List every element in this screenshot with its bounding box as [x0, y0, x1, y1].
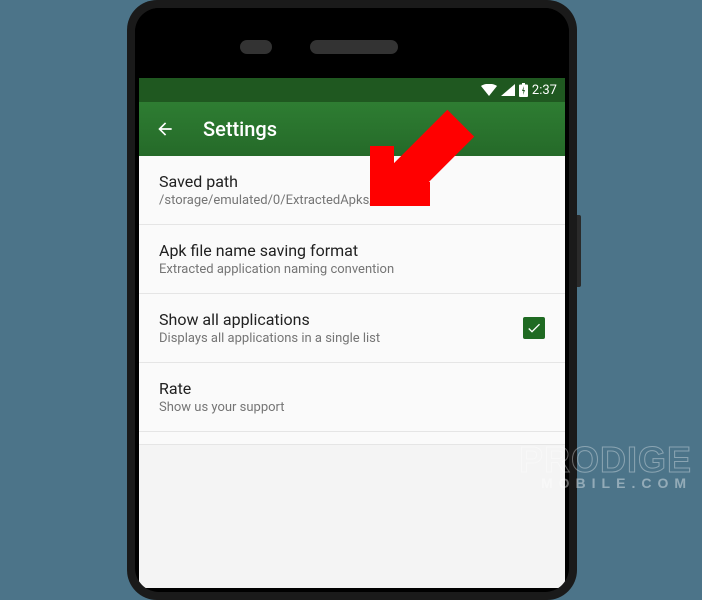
status-time: 2:37 — [532, 83, 557, 98]
setting-title: Apk file name saving format — [159, 241, 545, 260]
page-title: Settings — [203, 117, 277, 141]
camera-dot — [240, 40, 272, 54]
app-bar: Settings — [139, 102, 565, 156]
settings-list: Saved path /storage/emulated/0/Extracted… — [139, 156, 565, 445]
setting-item-partial[interactable] — [139, 432, 565, 445]
phone-side-button — [577, 215, 581, 287]
phone-frame: 2:37 Settings Saved path /storage/emulat… — [127, 0, 577, 600]
status-bar: 2:37 — [139, 78, 565, 102]
speaker-grille — [310, 40, 398, 54]
setting-apk-name-format[interactable]: Apk file name saving format Extracted ap… — [139, 225, 565, 294]
setting-subtitle: Displays all applications in a single li… — [159, 331, 511, 346]
setting-rate[interactable]: Rate Show us your support — [139, 363, 565, 432]
phone-inner: 2:37 Settings Saved path /storage/emulat… — [135, 8, 569, 592]
setting-subtitle: Extracted application naming convention — [159, 262, 545, 277]
wifi-icon — [481, 84, 497, 96]
setting-saved-path[interactable]: Saved path /storage/emulated/0/Extracted… — [139, 156, 565, 225]
battery-icon — [519, 83, 528, 97]
phone-screen: 2:37 Settings Saved path /storage/emulat… — [139, 78, 565, 588]
watermark-line2: MOBILE.COM — [519, 476, 692, 490]
phone-hardware-top — [135, 8, 569, 78]
setting-show-all-apps[interactable]: Show all applications Displays all appli… — [139, 294, 565, 363]
checkbox-checked-icon[interactable] — [523, 317, 545, 339]
watermark-line1: PRODIGE — [519, 442, 692, 478]
setting-title: Rate — [159, 379, 545, 398]
setting-title: Show all applications — [159, 310, 511, 329]
setting-title: Saved path — [159, 172, 545, 191]
setting-subtitle: Show us your support — [159, 400, 545, 415]
back-arrow-icon[interactable] — [155, 119, 175, 139]
setting-subtitle: /storage/emulated/0/ExtractedApks/ — [159, 193, 545, 208]
watermark: PRODIGE MOBILE.COM — [519, 442, 692, 490]
cell-signal-icon — [501, 84, 515, 96]
